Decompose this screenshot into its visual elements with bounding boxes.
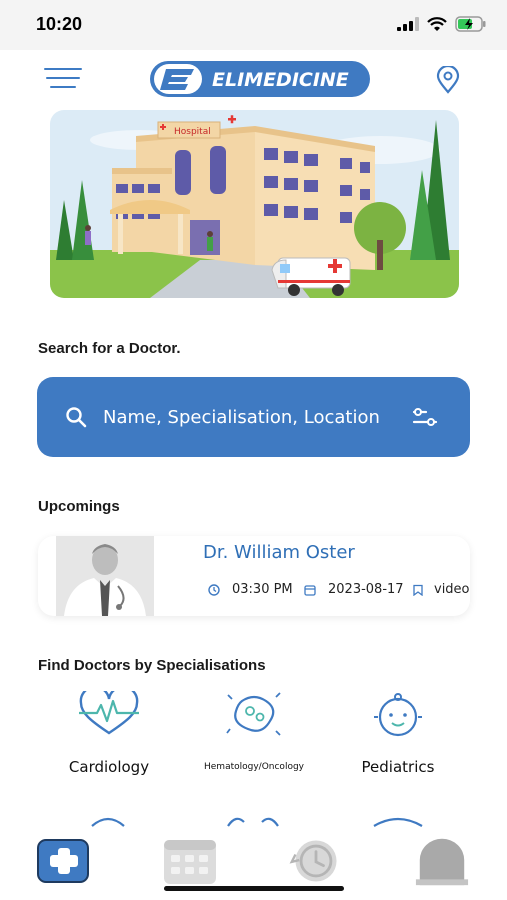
appointment-time-text: 03:30 PM [232,582,293,597]
specialisation-cardiology[interactable]: Cardiology [39,690,179,776]
search-icon [66,407,87,428]
menu-icon[interactable] [44,68,82,90]
specialisation-label: Hematology/Oncology [204,762,304,772]
battery-charging-icon [455,16,486,32]
wifi-icon [427,16,447,31]
logo-text: ELIMEDICINE [212,69,349,91]
doctor-avatar [56,536,154,616]
doctor-name: Dr. William Oster [203,542,355,563]
appointment-type-text: video [434,582,470,597]
appointment-time: 03:30 PM [208,582,293,597]
search-title: Search for a Doctor. [38,340,181,357]
appointment-date-text: 2023-08-17 [328,582,404,597]
clock-icon [208,583,220,596]
baby-face-icon [374,693,422,737]
location-pin-icon[interactable] [436,66,460,94]
home-indicator [164,886,344,891]
appointment-type: video [412,582,470,597]
history-clock-icon[interactable] [288,836,344,886]
upcomings-title: Upcomings [38,498,120,515]
cells-icon [226,692,281,736]
appointment-card[interactable]: Dr. William Oster 03:30 PM 2023-08-17 vi… [38,536,470,616]
specialisation-label: Cardiology [68,758,150,776]
status-time: 10:20 [36,14,83,34]
doctor-search-bar[interactable]: Name, Specialisation, Location [37,377,470,457]
heart-pulse-icon [79,691,139,735]
specialisation-label: Pediatrics [361,758,435,776]
bookmark-icon [413,584,423,596]
hospital-sign-text: Hospital [174,127,211,137]
appointment-date: 2023-08-17 [304,582,404,597]
calendar-icon[interactable] [162,836,218,886]
status-bar: 10:20 [0,0,507,50]
hospital-illustration: Hospital [50,110,459,298]
profile-icon[interactable] [414,836,470,886]
search-input[interactable]: Name, Specialisation, Location [103,407,380,428]
elimedicine-logo: ELIMEDICINE [150,61,370,97]
signal-icon [397,17,419,31]
specialisation-row-partial [0,812,507,828]
specialisations-title: Find Doctors by Specialisations [38,657,266,674]
status-icons [397,16,487,32]
top-bar: ELIMEDICINE [0,50,507,110]
calendar-small-icon [304,584,316,596]
specialisation-hematology[interactable]: Hematology/Oncology [184,690,324,772]
filter-icon[interactable] [412,407,438,427]
specialisation-pediatrics[interactable]: Pediatrics [328,690,468,776]
medical-cross-icon[interactable] [36,836,92,886]
